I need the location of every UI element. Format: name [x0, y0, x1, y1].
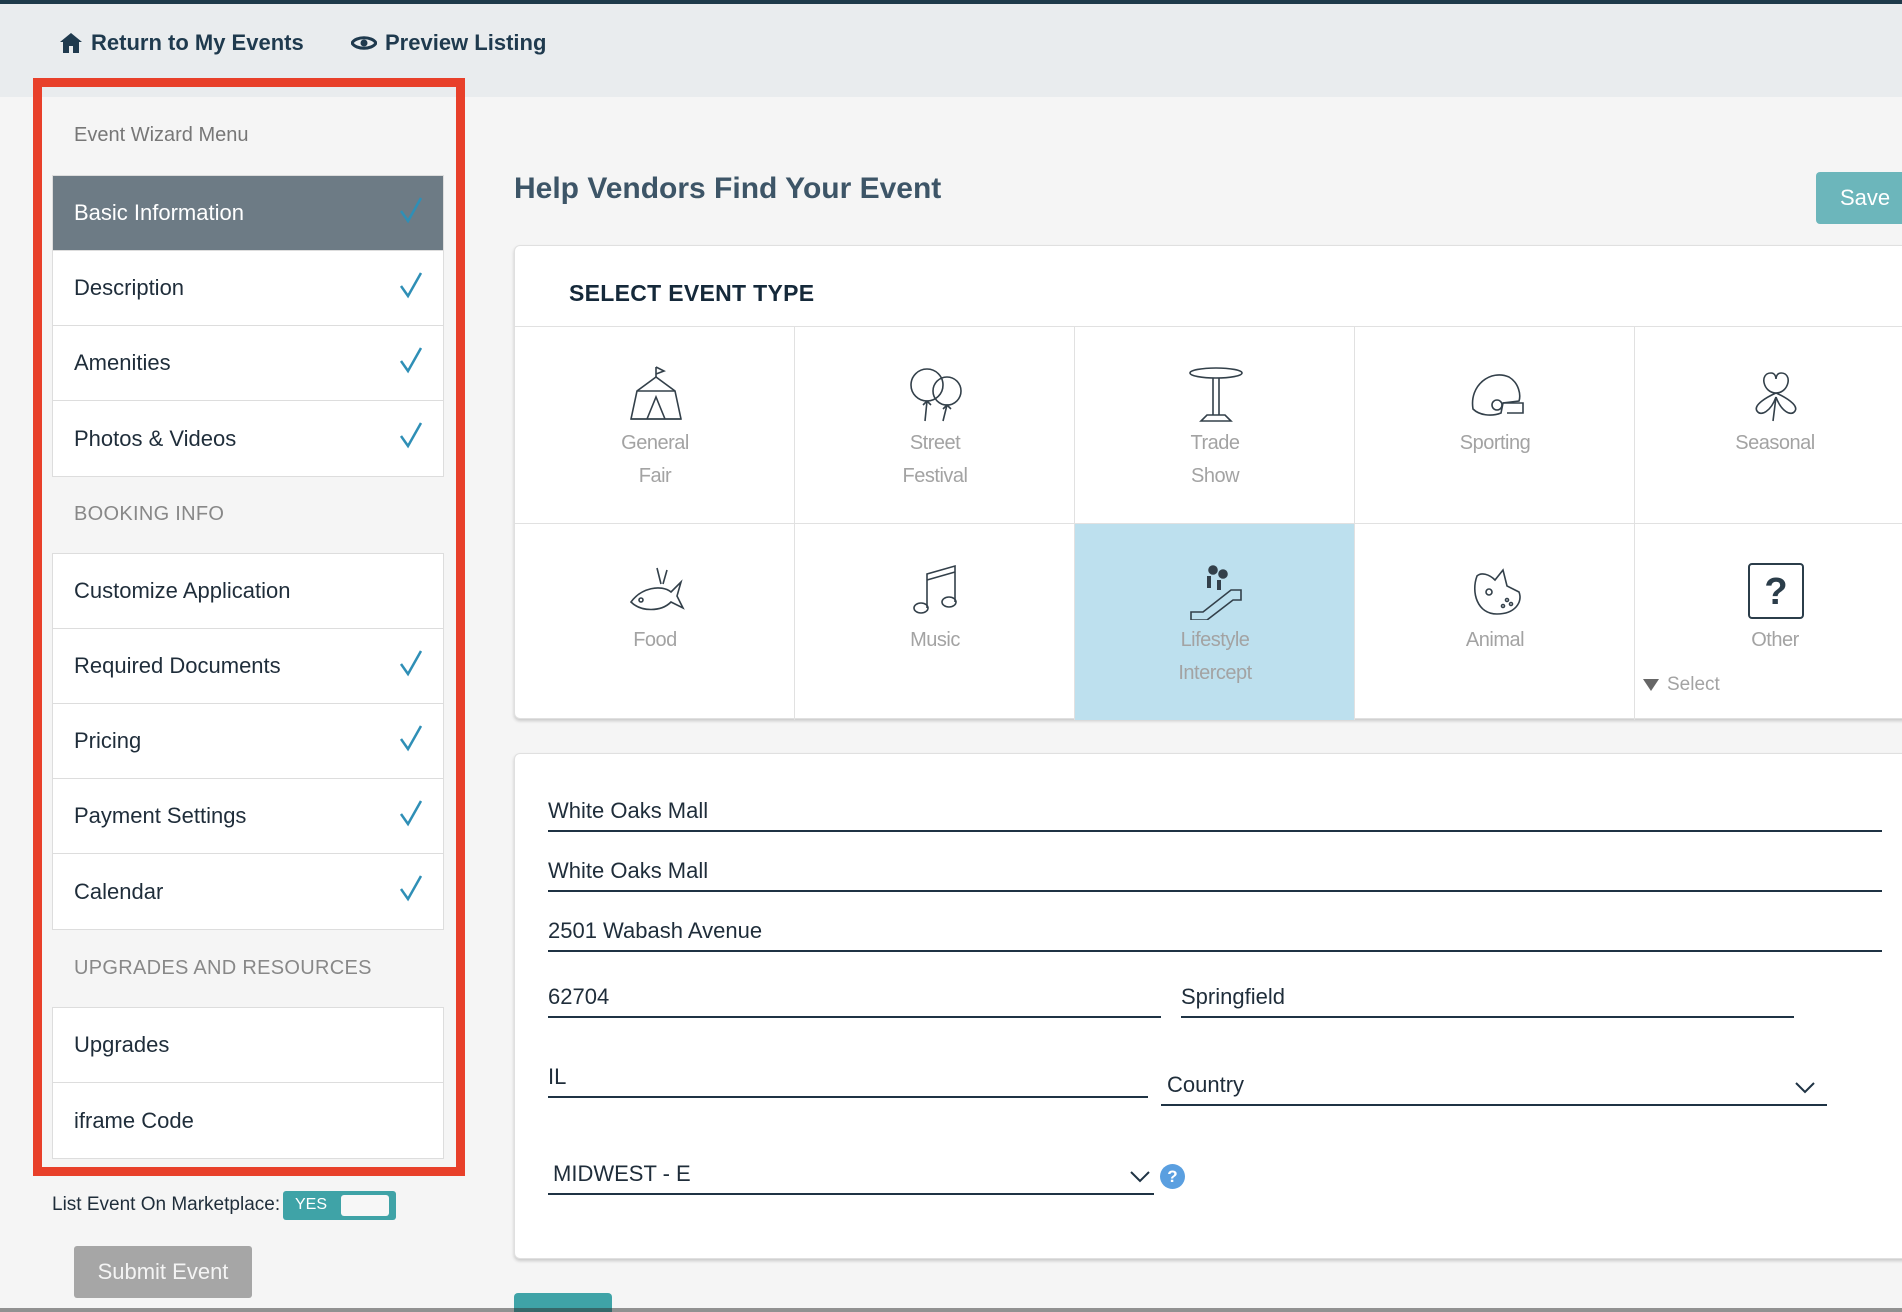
menu-item-amenities[interactable]: Amenities [53, 326, 443, 401]
event-type-music[interactable]: Music [795, 524, 1075, 720]
event-type-general-fair[interactable]: General Fair [515, 327, 795, 523]
marketplace-label: List Event On Marketplace: [52, 1194, 281, 1215]
toggle-knob [341, 1195, 389, 1216]
helmet-icon [1471, 374, 1524, 416]
event-type-trade-show[interactable]: Trade Show [1075, 327, 1355, 523]
menu-item-customize-application[interactable]: Customize Application [53, 554, 443, 629]
menu-item-upgrades[interactable]: Upgrades [53, 1008, 443, 1083]
menu-group-upgrades: Upgrades iframe Code [52, 1007, 444, 1159]
tile-label: Street Festival [902, 432, 968, 487]
check-icon [399, 272, 423, 299]
menu-item-label: Customize Application [74, 578, 291, 603]
menu-item-required-documents[interactable]: Required Documents [53, 629, 443, 704]
event-type-card: SELECT EVENT TYPE General Fair Street Fest… [514, 245, 1902, 720]
menu-item-label: Required Documents [74, 653, 281, 678]
preview-listing-link[interactable]: Preview Listing [351, 26, 546, 60]
check-icon [399, 800, 423, 827]
home-icon [60, 33, 82, 53]
tile-label: Other [1751, 629, 1799, 651]
event-type-street-festival[interactable]: Street Festival [795, 327, 1075, 523]
tile-label: Trade Show [1190, 432, 1240, 487]
menu-item-label: Photos & Videos [74, 425, 237, 451]
venue-name-secondary-field[interactable]: White Oaks Mall [548, 857, 1882, 892]
tent-icon [630, 366, 682, 420]
menu-item-label: Calendar [74, 878, 164, 904]
check-icon [399, 650, 423, 677]
eye-icon [351, 36, 377, 50]
country-select[interactable]: Country [1161, 1063, 1827, 1106]
question-icon: ? [1748, 563, 1804, 619]
menu-item-label: Upgrades [74, 1032, 170, 1057]
check-icon [399, 347, 423, 374]
tile-label: Food [633, 629, 677, 651]
upgrades-resources-title: UPGRADES AND RESOURCES [74, 957, 372, 979]
tile-label: Lifestyle Intercept [1178, 629, 1252, 684]
address-field[interactable]: 2501 Wabash Avenue [548, 917, 1882, 952]
preview-label: Preview Listing [385, 30, 547, 55]
event-type-other[interactable]: ? Other Select [1635, 524, 1902, 720]
table-icon [1189, 367, 1243, 422]
chevron-down-icon [1130, 1171, 1150, 1183]
event-type-food[interactable]: Food [515, 524, 795, 720]
pig-icon [1473, 568, 1521, 615]
city-field[interactable]: Springfield [1181, 983, 1794, 1018]
tile-label: Music [910, 629, 960, 651]
save-button[interactable]: Save [1816, 172, 1902, 224]
menu-item-payment-settings[interactable]: Payment Settings [53, 779, 443, 854]
menu-group-booking: Customize Application Required Documents… [52, 553, 444, 930]
svg-text:?: ? [1764, 571, 1787, 613]
state-field[interactable]: IL [548, 1063, 1148, 1098]
shamrock-icon [1755, 372, 1797, 422]
chevron-down-icon [1795, 1082, 1815, 1094]
check-icon [399, 197, 423, 224]
tile-label: Seasonal [1735, 432, 1815, 454]
region-select[interactable]: MIDWEST - E [548, 1153, 1154, 1195]
page-title: Help Vendors Find Your Event [514, 172, 942, 205]
tile-label: Sporting [1459, 432, 1531, 454]
event-type-lifestyle-intercept[interactable]: Lifestyle Intercept [1075, 524, 1355, 720]
help-icon[interactable]: ? [1160, 1164, 1185, 1189]
select-label: Select [1667, 674, 1720, 695]
tile-label: General Fair [621, 432, 689, 487]
menu-item-pricing[interactable]: Pricing [53, 704, 443, 779]
check-icon [399, 725, 423, 752]
submit-event-button[interactable]: Submit Event [74, 1246, 252, 1298]
event-type-title: SELECT EVENT TYPE [569, 280, 815, 306]
marketplace-toggle[interactable]: YES [283, 1191, 396, 1220]
fish-icon [629, 567, 685, 611]
event-type-animal[interactable]: Animal [1355, 524, 1635, 720]
menu-item-calendar[interactable]: Calendar [53, 854, 443, 929]
menu-item-description[interactable]: Description [53, 251, 443, 326]
bottom-edge [0, 1308, 1902, 1312]
menu-item-label: Basic Information [74, 200, 244, 225]
menu-item-label: Payment Settings [74, 803, 247, 828]
menu-item-label: Description [74, 275, 185, 300]
menu-item-iframe-code[interactable]: iframe Code [53, 1083, 443, 1158]
menu-item-label: Pricing [74, 728, 142, 753]
menu-item-photos-videos[interactable]: Photos & Videos [53, 401, 443, 476]
escalator-icon [1190, 565, 1242, 620]
zip-field[interactable]: 62704 [548, 983, 1161, 1018]
venue-name-field[interactable]: White Oaks Mall [548, 797, 1882, 832]
event-type-seasonal[interactable]: Seasonal [1635, 327, 1902, 523]
menu-item-label: iframe Code [74, 1107, 194, 1133]
return-to-events-link[interactable]: Return to My Events [59, 26, 304, 60]
tile-label: Animal [1465, 629, 1525, 651]
menu-item-basic-information[interactable]: Basic Information [53, 176, 443, 251]
return-label: Return to My Events [91, 30, 304, 55]
menu-group-event: Basic Information Description Amenities … [52, 175, 444, 477]
wizard-menu-title: Event Wizard Menu [74, 124, 249, 146]
menu-item-label: Amenities [74, 350, 171, 375]
check-icon [399, 422, 423, 449]
balloons-icon [910, 368, 962, 422]
event-type-sporting[interactable]: Sporting [1355, 327, 1635, 523]
other-select[interactable]: Select [1643, 674, 1720, 696]
music-note-icon [913, 564, 957, 614]
booking-info-title: BOOKING INFO [74, 503, 225, 525]
check-icon [399, 875, 423, 902]
triangle-down-icon [1643, 679, 1659, 691]
toggle-label: YES [295, 1196, 328, 1213]
